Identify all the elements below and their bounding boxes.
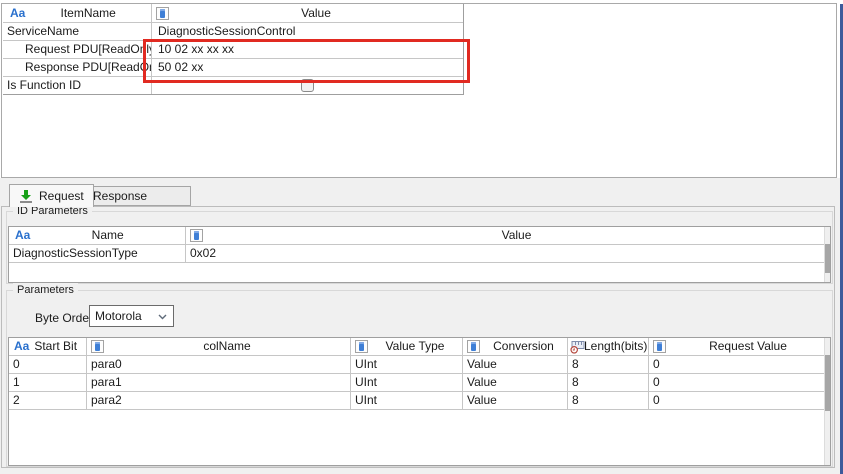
- conversion-header: Conversion: [480, 338, 567, 355]
- id-parameter-row: DiagnosticSessionType 0x02: [9, 245, 830, 263]
- value-type-cell[interactable]: UInt: [351, 374, 463, 391]
- item-name-header: ItemName: [25, 5, 151, 22]
- ruler-clock-icon: [570, 340, 585, 354]
- number-icon: [190, 229, 203, 242]
- request-value-cell[interactable]: 0: [649, 356, 830, 373]
- scrollbar-thumb[interactable]: [825, 355, 830, 411]
- conversion-cell[interactable]: Value: [463, 374, 568, 391]
- byte-order-label: Byte Order: [35, 311, 93, 325]
- name-header-cell: Aa Name: [9, 227, 186, 244]
- value-type-header: Value Type: [368, 338, 462, 355]
- parameter-name-cell: DiagnosticSessionType: [9, 245, 186, 262]
- parameter-row: 0 para0 UInt Value 8 0: [9, 356, 830, 374]
- number-icon: [355, 340, 368, 353]
- length-bits-header-cell: Length(bits): [568, 338, 649, 355]
- chevron-down-icon: [158, 314, 167, 320]
- length-bits-cell[interactable]: 8: [568, 392, 649, 409]
- value-header: Value: [169, 5, 463, 22]
- table-row: Request PDU[ReadOnly] 10 02 xx xx xx: [3, 40, 463, 58]
- name-header: Name: [30, 227, 185, 244]
- table-header-row: Aa ItemName Value: [3, 4, 463, 22]
- request-pdu-value: 10 02 xx xx xx: [152, 41, 463, 58]
- response-pdu-value: 50 02 xx: [152, 59, 463, 76]
- number-icon: [467, 340, 480, 353]
- length-bits-cell[interactable]: 8: [568, 374, 649, 391]
- request-value-header: Request Value: [666, 338, 830, 355]
- byte-order-value: Motorola: [95, 309, 142, 323]
- request-pdu-label: Request PDU[ReadOnly]: [3, 41, 152, 58]
- col-name-cell[interactable]: para2: [87, 392, 351, 409]
- number-icon: [91, 340, 104, 353]
- parameter-row: 2 para2 UInt Value 8 0: [9, 392, 830, 410]
- conversion-header-cell: Conversion: [463, 338, 568, 355]
- text-column-icon: Aa: [10, 5, 25, 22]
- table-row: Is Function ID: [3, 76, 463, 94]
- parameter-row: 1 para1 UInt Value 8 0: [9, 374, 830, 392]
- parameter-value-cell[interactable]: 0x02: [186, 245, 830, 262]
- scrollbar-thumb[interactable]: [825, 244, 830, 273]
- id-parameters-scrollbar[interactable]: [824, 227, 830, 282]
- tab-response-label: Response: [93, 189, 147, 203]
- grid-header-row: Aa Name Value: [9, 227, 830, 245]
- conversion-cell[interactable]: Value: [463, 356, 568, 373]
- diagnostic-service-editor-window: Aa ItemName Value ServiceName Diagnostic…: [0, 0, 843, 474]
- parameters-groupbox: Parameters Byte Order Motorola Aa Start …: [6, 290, 833, 467]
- is-function-id-cell: [152, 77, 463, 94]
- byte-order-dropdown[interactable]: Motorola: [89, 305, 174, 327]
- service-name-value[interactable]: DiagnosticSessionControl: [152, 23, 463, 40]
- request-value-cell[interactable]: 0: [649, 374, 830, 391]
- service-properties-table: Aa ItemName Value ServiceName Diagnostic…: [3, 4, 464, 95]
- parameters-group-label: Parameters: [13, 283, 78, 297]
- table-row: Response PDU[ReadOnly] 50 02 xx: [3, 58, 463, 76]
- item-name-header-cell: Aa ItemName: [3, 4, 152, 22]
- service-name-label: ServiceName: [3, 23, 152, 40]
- start-bit-cell: 1: [9, 374, 87, 391]
- length-bits-header: Length(bits): [584, 338, 647, 355]
- value-type-header-cell: Value Type: [351, 338, 463, 355]
- tab-request[interactable]: Request: [9, 184, 94, 207]
- col-name-header: colName: [104, 338, 350, 355]
- request-value-header-cell: Request Value: [649, 338, 830, 355]
- length-bits-cell[interactable]: 8: [568, 356, 649, 373]
- number-icon: [653, 340, 666, 353]
- text-column-icon: Aa: [15, 227, 30, 244]
- id-parameters-grid: Aa Name Value DiagnosticSessionType 0x02: [8, 226, 831, 283]
- col-name-cell[interactable]: para0: [87, 356, 351, 373]
- download-icon: [19, 189, 33, 203]
- service-properties-pane: Aa ItemName Value ServiceName Diagnostic…: [1, 3, 837, 178]
- response-pdu-label: Response PDU[ReadOnly]: [3, 59, 152, 76]
- table-row: ServiceName DiagnosticSessionControl: [3, 22, 463, 40]
- text-column-icon: Aa: [14, 338, 29, 355]
- request-response-pane: Request Response ID Parameters Aa Name: [0, 178, 840, 474]
- value-header-cell: Value: [152, 4, 463, 22]
- tab-request-label: Request: [39, 189, 84, 203]
- col-name-header-cell: colName: [87, 338, 351, 355]
- col-name-cell[interactable]: para1: [87, 374, 351, 391]
- value-header-cell: Value: [186, 227, 830, 244]
- number-icon: [156, 7, 169, 20]
- start-bit-header-cell: Aa Start Bit: [9, 338, 87, 355]
- value-type-cell[interactable]: UInt: [351, 356, 463, 373]
- id-parameters-groupbox: ID Parameters Aa Name Value DiagnosticSe…: [6, 211, 833, 284]
- start-bit-header: Start Bit: [34, 338, 77, 355]
- start-bit-cell: 0: [9, 356, 87, 373]
- grid-header-row: Aa Start Bit colName Value Type Conversi…: [9, 338, 830, 356]
- request-value-cell[interactable]: 0: [649, 392, 830, 409]
- conversion-cell[interactable]: Value: [463, 392, 568, 409]
- value-header: Value: [203, 227, 830, 244]
- start-bit-cell: 2: [9, 392, 87, 409]
- parameters-scrollbar[interactable]: [824, 338, 830, 465]
- parameters-grid: Aa Start Bit colName Value Type Conversi…: [8, 337, 831, 466]
- is-function-id-label: Is Function ID: [3, 77, 152, 94]
- value-type-cell[interactable]: UInt: [351, 392, 463, 409]
- is-function-id-checkbox[interactable]: [301, 79, 314, 92]
